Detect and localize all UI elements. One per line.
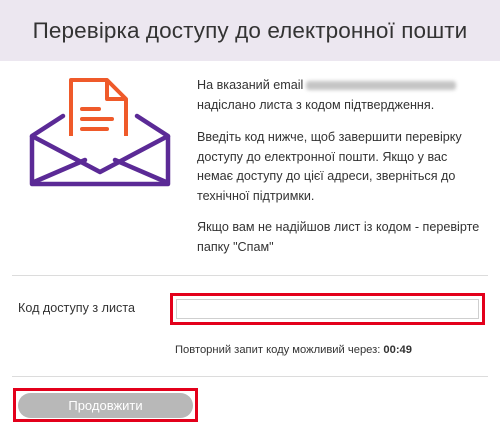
page-header: Перевірка доступу до електронної пошти	[0, 0, 500, 61]
code-input[interactable]	[176, 299, 479, 319]
instructions-text: Введіть код нижче, щоб завершити перевір…	[197, 130, 462, 203]
continue-button-highlight: Продовжити	[13, 388, 198, 422]
code-field-highlight	[170, 293, 485, 325]
code-field-label: Код доступу з листа	[18, 301, 135, 315]
email-sent-prefix: На вказаний email	[197, 78, 304, 92]
masked-email-address: masked	[306, 81, 457, 91]
divider-bottom	[12, 376, 488, 377]
email-verification-page: Перевірка доступу до електронної пошти Н…	[0, 0, 500, 435]
spam-hint-text: Якщо вам не надійшов лист із кодом - пер…	[197, 220, 480, 254]
continue-button[interactable]: Продовжити	[18, 392, 193, 418]
resend-timer-notice: Повторний запит коду можливий через: 00:4…	[175, 344, 412, 356]
verification-info: На вказаний emailmasked надіслано листа …	[197, 76, 482, 270]
envelope-with-letter-icon	[25, 78, 175, 190]
page-title: Перевірка доступу до електронної пошти	[32, 17, 468, 43]
email-sent-message: На вказаний emailmasked надіслано листа …	[197, 76, 482, 115]
resend-text: Повторний запит коду можливий через:	[175, 344, 381, 356]
email-sent-suffix: надіслано листа з кодом підтвердження.	[197, 97, 435, 112]
divider-top	[12, 275, 488, 276]
resend-countdown: 00:49	[383, 344, 413, 356]
